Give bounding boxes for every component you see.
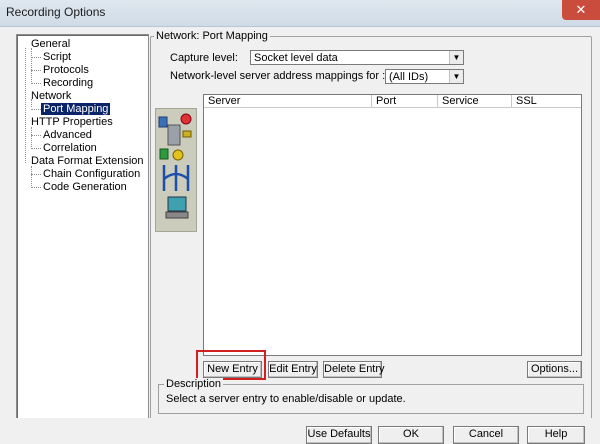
table-header: Server Port Service SSL <box>204 95 581 108</box>
tree-connector <box>31 48 32 82</box>
tree-item-label: HTTP Properties <box>31 116 113 128</box>
group-title: Network: Port Mapping <box>154 30 270 42</box>
tree-item-label: General <box>31 38 71 50</box>
highlight-box <box>196 350 266 380</box>
help-button[interactable]: Help <box>527 426 585 444</box>
tree-connector <box>31 109 41 110</box>
tree-item-label: Correlation <box>43 142 97 154</box>
use-defaults-button[interactable]: Use Defaults <box>306 426 372 444</box>
tree-item-label: Script <box>43 51 72 63</box>
tree-connector <box>31 187 41 188</box>
server-mappings-table[interactable]: Server Port Service SSL <box>203 94 582 356</box>
close-button[interactable]: ✕ <box>562 0 600 20</box>
column-header-service[interactable]: Service <box>438 95 512 108</box>
tree-connector <box>25 48 26 163</box>
tree-item-network[interactable]: Network <box>31 90 71 102</box>
tree-item-label: Advanced <box>43 129 92 141</box>
tree-item-correlation[interactable]: Correlation <box>43 142 97 154</box>
options-tree[interactable]: General Script Protocols Recording Netwo… <box>16 34 149 420</box>
tree-item-http-properties[interactable]: HTTP Properties <box>31 116 113 128</box>
delete-entry-button[interactable]: Delete Entry <box>323 361 385 378</box>
capture-level-select[interactable]: Socket level data ▼ <box>250 50 464 65</box>
capture-level-label: Capture level: <box>170 52 238 64</box>
tree-item-script[interactable]: Script <box>43 51 71 63</box>
mappings-for-value: (All IDs) <box>389 71 429 83</box>
ok-button[interactable]: OK <box>378 426 444 444</box>
tree-item-code-generation[interactable]: Code Generation <box>43 181 127 193</box>
title-bar: Recording Options ✕ <box>0 0 600 27</box>
tree-item-advanced[interactable]: Advanced <box>43 129 92 141</box>
chevron-down-icon[interactable]: ▼ <box>449 51 463 64</box>
network-illustration <box>155 108 197 232</box>
chevron-down-icon[interactable]: ▼ <box>449 70 463 83</box>
tree-item-label: Recording <box>43 77 94 89</box>
description-title: Description <box>164 378 224 390</box>
mappings-for-label: Network-level server address mappings fo… <box>170 70 386 82</box>
column-header-ssl[interactable]: SSL <box>512 95 581 108</box>
edit-entry-button[interactable]: Edit Entry <box>268 361 318 378</box>
tree-item-label: Network <box>31 90 72 102</box>
tree-item-chain-configuration[interactable]: Chain Configuration <box>43 168 140 180</box>
tree-item-label: Data Format Extension <box>31 155 144 167</box>
close-icon: ✕ <box>575 2 587 17</box>
description-text: Select a server entry to enable/disable … <box>166 393 406 405</box>
tree-item-recording[interactable]: Recording <box>43 77 93 89</box>
tree-item-protocols[interactable]: Protocols <box>43 64 89 76</box>
tree-connector <box>31 166 32 186</box>
column-header-port[interactable]: Port <box>372 95 438 108</box>
network-diagram-icon <box>158 113 192 219</box>
tree-connector <box>31 70 41 71</box>
options-button[interactable]: Options... <box>527 361 582 378</box>
tree-item-port-mapping[interactable]: Port Mapping <box>41 103 111 115</box>
tree-item-label: Protocols <box>43 64 89 76</box>
capture-level-value: Socket level data <box>254 52 338 64</box>
window-title: Recording Options <box>6 5 106 19</box>
tree-connector <box>31 127 32 147</box>
tree-connector <box>31 57 41 58</box>
tree-connector <box>31 135 41 136</box>
cancel-button[interactable]: Cancel <box>453 426 519 444</box>
tree-item-label: Code Generation <box>43 181 127 193</box>
tree-item-data-format-extension[interactable]: Data Format Extension <box>31 155 144 167</box>
tree-item-label: Port Mapping <box>41 103 111 115</box>
column-header-server[interactable]: Server <box>204 95 372 108</box>
tree-connector <box>31 83 41 84</box>
tree-connector <box>31 148 41 149</box>
tree-item-label: Chain Configuration <box>43 168 141 180</box>
tree-connector <box>31 174 41 175</box>
mappings-for-select[interactable]: (All IDs) ▼ <box>385 69 464 84</box>
tree-item-general[interactable]: General <box>31 38 70 50</box>
